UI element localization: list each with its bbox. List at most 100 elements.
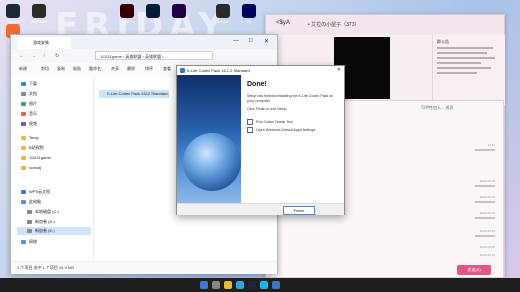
forward-arrow-icon[interactable]: → — [31, 53, 36, 59]
nav-item-label: 文档 — [29, 91, 37, 96]
rename-button[interactable]: 重命名 — [89, 66, 101, 72]
notice-line — [437, 47, 493, 49]
nav-item-music[interactable]: 音乐 — [21, 111, 37, 117]
chat-group-name: • 艾拉の小屋子（373） — [308, 22, 360, 28]
illustrator-icon — [120, 4, 134, 18]
up-arrow-icon[interactable]: ↑ — [43, 53, 46, 59]
drive-icon — [27, 209, 32, 214]
share-button[interactable]: 共享 — [111, 66, 119, 72]
nav-item-label: WPS云文档 — [29, 189, 51, 194]
nav-item-folder[interactable]: xcxlxdj — [21, 165, 41, 171]
nav-item-label: 音乐 — [29, 111, 37, 116]
qq-icon[interactable] — [260, 281, 268, 289]
explorer-nav-pane: 下载 文档 图片 音乐 视频 Temp B站视频 111111game xcxl… — [11, 77, 94, 261]
explorer-status-bar: 1 个项目 选中 1 个项目 54.9 MB — [11, 261, 277, 274]
installer-taskbar-icon[interactable] — [272, 281, 280, 289]
start-icon[interactable] — [200, 281, 208, 289]
minimize-icon[interactable]: — — [233, 38, 239, 44]
cut-button[interactable]: 剪切 — [41, 66, 49, 72]
nav-item-wps-cloud[interactable]: WPS云文档 — [21, 189, 50, 195]
desktop-icon-label: Ps — [150, 19, 156, 24]
close-icon[interactable]: ✕ — [337, 67, 341, 73]
nav-item-drive-d[interactable]: 新加卷 (D:) — [27, 219, 55, 225]
search-icon[interactable] — [212, 281, 220, 289]
nav-item-documents[interactable]: 文档 — [21, 91, 37, 97]
message-time: 2022-06-05 — [479, 245, 495, 249]
nav-item-label: xcxlxdj — [29, 165, 42, 170]
file-row-selected[interactable]: K-Lite Codec Pack 1612 Standard.exe — [99, 90, 169, 98]
notice-line — [437, 57, 495, 59]
nav-item-drive-e[interactable]: 新加卷 (E:) — [27, 228, 55, 234]
document-folder-icon — [21, 91, 26, 96]
nav-item-label: 111111game — [29, 155, 51, 160]
new-button[interactable]: 新建 — [19, 66, 27, 72]
status-text: 1 个项目 选中 1 个项目 54.9 MB — [17, 265, 74, 270]
explorer-tab[interactable]: 游戏安装 — [17, 37, 71, 49]
folder-icon — [21, 155, 26, 160]
checkbox-label: Open Windows Default Apps settings — [256, 127, 316, 132]
notice-line — [437, 62, 481, 64]
drive-icon — [27, 219, 32, 224]
open-default-apps-checkbox[interactable]: Open Windows Default Apps settings — [247, 127, 315, 133]
chat-title: <$yA — [276, 20, 290, 26]
notice-line — [437, 72, 477, 74]
desktop-icon-photoshop[interactable]: Ps — [144, 4, 162, 24]
desktop-icon-label: Ai — [125, 19, 129, 24]
after-effects-icon — [172, 4, 186, 18]
desktop-icon-after-effects[interactable]: Ae — [170, 4, 188, 24]
adobe-icon — [216, 4, 230, 18]
back-arrow-icon[interactable]: ← — [19, 53, 24, 59]
nav-item-temp[interactable]: Temp — [21, 135, 39, 141]
message-time: 21:11 — [487, 143, 495, 147]
notice-line — [437, 67, 491, 69]
nav-item-pictures[interactable]: 图片 — [21, 101, 37, 107]
setup-body: Done! Setup has finished installing the … — [241, 75, 344, 203]
message-stub — [475, 149, 495, 151]
nav-item-label: 网络 — [29, 239, 37, 244]
address-input[interactable]: 111111game › 英雄联盟 › 英雄联盟 › ... — [95, 51, 213, 60]
setup-heading: Done! — [247, 81, 267, 88]
message-time: 2022-05-19 — [479, 195, 495, 199]
close-icon[interactable]: ✕ — [264, 38, 269, 45]
desktop-icon-wegame[interactable]: WeGame — [30, 4, 48, 24]
browser-icon[interactable] — [236, 281, 244, 289]
nav-item-bilibili[interactable]: B站视频 — [21, 145, 44, 151]
chat-side-panel: 群公告 — [432, 35, 505, 105]
desktop-icon-illustrator[interactable]: Ai — [118, 4, 136, 24]
view-button[interactable]: 查看 — [163, 66, 171, 72]
nav-item-downloads[interactable]: 下载 — [21, 81, 37, 87]
maximize-icon[interactable]: □ — [249, 38, 253, 44]
music-folder-icon — [21, 111, 26, 116]
delete-button[interactable]: 删除 — [127, 66, 135, 72]
nav-item-game[interactable]: 111111game — [21, 155, 51, 161]
desktop-icon-adobe[interactable]: Adobe — [214, 4, 232, 24]
setup-message: Setup has finished installing the K-Lite… — [247, 94, 334, 103]
nav-item-label: 新加卷 (E:) — [35, 228, 55, 233]
run-codec-tweak-checkbox[interactable]: Run Codec Tweak Tool — [247, 119, 293, 125]
steam-taskbar-icon[interactable] — [248, 281, 256, 289]
desktop-icon-steam[interactable]: Steam — [4, 4, 22, 24]
folder-icon — [21, 145, 26, 150]
sort-button[interactable]: 排序 — [145, 66, 153, 72]
refresh-icon[interactable]: ↻ — [55, 53, 59, 59]
copy-button[interactable]: 复制 — [57, 66, 65, 72]
explorer-address-bar: ← → ↑ ↻ 111111game › 英雄联盟 › 英雄联盟 › ... — [11, 49, 277, 64]
nav-item-label: 此电脑 — [29, 199, 41, 204]
group-notice-title: 群公告 — [437, 39, 449, 44]
checkbox-icon — [247, 119, 253, 125]
desktop-icon-premiere[interactable]: Pr — [240, 4, 258, 24]
nav-item-videos[interactable]: 视频 — [21, 121, 37, 127]
setup-footer: Finish — [177, 203, 344, 215]
nav-item-network[interactable]: 网络 — [21, 239, 37, 245]
finish-button[interactable]: Finish — [283, 206, 315, 215]
send-button[interactable]: 发送(S) — [457, 265, 491, 275]
nav-item-drive-c[interactable]: 本地磁盘 (C:) — [27, 209, 59, 215]
nav-item-label: 本地磁盘 (C:) — [35, 209, 59, 214]
nav-item-label: B站视频 — [29, 145, 44, 150]
file-explorer-icon[interactable] — [224, 281, 232, 289]
paste-button[interactable]: 粘贴 — [73, 66, 81, 72]
checkbox-label: Run Codec Tweak Tool — [256, 119, 293, 124]
message-stub — [475, 201, 495, 203]
nav-item-this-pc[interactable]: 此电脑 — [21, 199, 41, 205]
setup-dialog: K-Lite Codec Pack 16.1.2 Standard ✕ Done… — [176, 65, 345, 215]
